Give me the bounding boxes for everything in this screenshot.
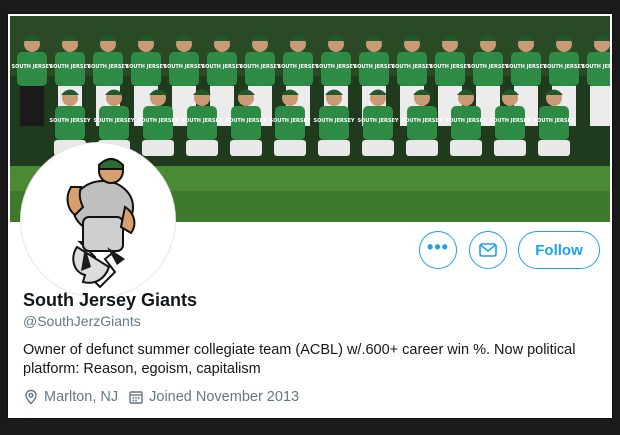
svg-text:SOUTH JERSEY: SOUTH JERSEY: [49, 118, 90, 124]
profile-joined: Joined November 2013: [128, 389, 299, 405]
svg-text:SOUTH JERSEY: SOUTH JERSEY: [581, 64, 610, 70]
follow-button[interactable]: Follow: [518, 231, 600, 269]
profile-avatar[interactable]: [21, 143, 175, 297]
svg-text:SOUTH JERSEY: SOUTH JERSEY: [225, 118, 266, 124]
svg-text:SOUTH JERSEY: SOUTH JERSEY: [93, 118, 134, 124]
svg-text:SOUTH JERSEY: SOUTH JERSEY: [391, 64, 432, 70]
profile-card: SOUTH JERSEY SOUTH JERSEY SOUTH JERSEY SOUT…: [7, 13, 613, 419]
profile-location: Marlton, NJ: [23, 389, 118, 405]
svg-text:SOUTH JERSEY: SOUTH JERSEY: [313, 118, 354, 124]
follow-button-label: Follow: [535, 241, 583, 259]
giant-logo: [66, 158, 136, 289]
profile-handle[interactable]: @SouthJerzGiants: [23, 313, 141, 329]
svg-text:SOUTH JERSEY: SOUTH JERSEY: [353, 64, 394, 70]
svg-text:SOUTH JERSEY: SOUTH JERSEY: [277, 64, 318, 70]
location-text: Marlton, NJ: [44, 389, 119, 405]
svg-text:SOUTH JERSEY: SOUTH JERSEY: [239, 64, 280, 70]
joined-text: Joined November 2013: [149, 389, 300, 405]
svg-text:SOUTH JERSEY: SOUTH JERSEY: [357, 118, 398, 124]
mail-icon: [479, 243, 497, 257]
svg-text:SOUTH JERSEY: SOUTH JERSEY: [445, 118, 486, 124]
svg-text:SOUTH JERSEY: SOUTH JERSEY: [401, 118, 442, 124]
profile-name: South Jersey Giants: [23, 290, 198, 310]
svg-text:SOUTH JERSEY: SOUTH JERSEY: [87, 64, 128, 70]
profile-bio: Owner of defunct summer collegiate team …: [23, 342, 576, 377]
location-pin-icon: [25, 389, 37, 405]
svg-text:SOUTH JERSEY: SOUTH JERSEY: [505, 64, 546, 70]
svg-text:SOUTH JERSEY: SOUTH JERSEY: [11, 64, 52, 70]
svg-text:SOUTH JERSEY: SOUTH JERSEY: [49, 64, 90, 70]
svg-text:SOUTH JERSEY: SOUTH JERSEY: [315, 64, 356, 70]
more-button[interactable]: •••: [419, 231, 457, 269]
svg-text:SOUTH JERSEY: SOUTH JERSEY: [137, 118, 178, 124]
profile-meta: Marlton, NJ Joined November 2013: [23, 389, 309, 405]
svg-text:SOUTH JERSEY: SOUTH JERSEY: [467, 64, 508, 70]
svg-text:SOUTH JERSEY: SOUTH JERSEY: [489, 118, 530, 124]
svg-text:SOUTH JERSEY: SOUTH JERSEY: [533, 118, 574, 124]
svg-text:SOUTH JERSEY: SOUTH JERSEY: [181, 118, 222, 124]
svg-text:SOUTH JERSEY: SOUTH JERSEY: [125, 64, 166, 70]
calendar-icon: [129, 391, 143, 404]
more-icon: •••: [427, 236, 449, 257]
svg-text:SOUTH JERSEY: SOUTH JERSEY: [163, 64, 204, 70]
svg-text:SOUTH JERSEY: SOUTH JERSEY: [269, 118, 310, 124]
message-button[interactable]: [469, 231, 507, 269]
svg-text:SOUTH JERSEY: SOUTH JERSEY: [429, 64, 470, 70]
svg-text:SOUTH JERSEY: SOUTH JERSEY: [201, 64, 242, 70]
svg-text:SOUTH JERSEY: SOUTH JERSEY: [543, 64, 584, 70]
